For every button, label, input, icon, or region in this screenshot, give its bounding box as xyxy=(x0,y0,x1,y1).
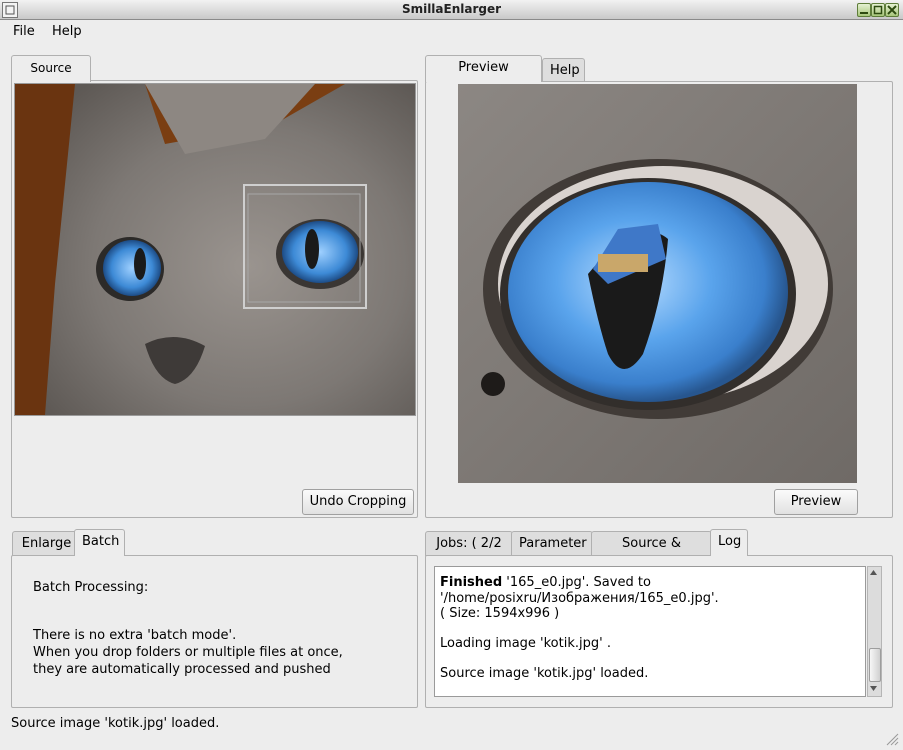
tab-preview[interactable]: Preview xyxy=(425,55,542,82)
app-menu-icon[interactable] xyxy=(2,2,18,18)
tab-log[interactable]: Log xyxy=(710,529,748,556)
batch-line-3: they are automatically processed and pus… xyxy=(33,662,331,677)
source-image[interactable] xyxy=(14,83,416,416)
status-bar-text: Source image 'kotik.jpg' loaded. xyxy=(11,716,220,731)
maximize-icon[interactable] xyxy=(871,3,885,17)
scroll-up-icon[interactable] xyxy=(868,567,879,578)
title-bar[interactable]: SmillaEnlarger xyxy=(0,0,903,20)
log-finished-line: Finished '165_e0.jpg'. Saved to xyxy=(440,575,651,590)
undo-cropping-button[interactable]: Undo Cropping xyxy=(302,489,414,515)
batch-line-1: There is no extra 'batch mode'. xyxy=(33,628,237,643)
tab-source-saving[interactable]: Source & Saving xyxy=(591,531,712,575)
close-icon[interactable] xyxy=(885,3,899,17)
batch-line-2: When you drop folders or multiple files … xyxy=(33,645,343,660)
batch-heading: Batch Processing: xyxy=(33,580,149,595)
tab-jobs[interactable]: Jobs: ( 2/2 ) xyxy=(425,531,513,575)
tab-parameter[interactable]: Parameter xyxy=(511,531,593,556)
log-path-line: '/home/posixru/Изображения/165_e0.jpg'. xyxy=(440,591,719,606)
log-finished-text: '165_e0.jpg'. Saved to xyxy=(502,575,651,590)
minimize-icon[interactable] xyxy=(857,3,871,17)
log-finished-label: Finished xyxy=(440,575,503,590)
preview-button[interactable]: Preview xyxy=(774,489,858,515)
scroll-down-icon[interactable] xyxy=(868,683,879,694)
menu-help[interactable]: Help xyxy=(50,22,84,42)
log-loading-line: Loading image 'kotik.jpg' . xyxy=(440,636,611,651)
tab-enlarge[interactable]: Enlarge xyxy=(12,531,81,556)
menu-file[interactable]: File xyxy=(11,22,37,42)
tab-source[interactable]: Source xyxy=(11,55,91,82)
resize-grip-icon[interactable] xyxy=(883,730,899,746)
preview-image xyxy=(458,84,857,483)
log-loaded-line: Source image 'kotik.jpg' loaded. xyxy=(440,666,649,681)
tab-batch[interactable]: Batch xyxy=(74,529,125,556)
window-title: SmillaEnlarger xyxy=(401,2,502,16)
tab-help[interactable]: Help xyxy=(542,58,585,83)
log-size-line: ( Size: 1594x996 ) xyxy=(440,606,560,621)
log-scrollbar-thumb[interactable] xyxy=(869,648,881,682)
